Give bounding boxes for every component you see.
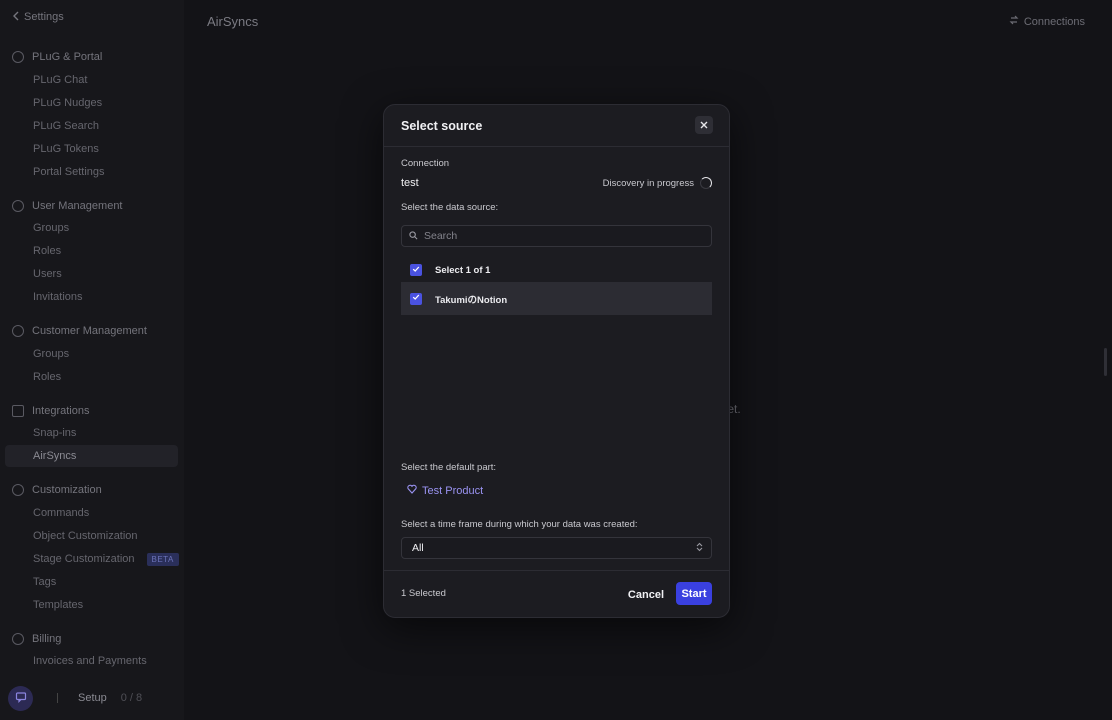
- modal-title: Select source: [401, 119, 483, 133]
- nav-group-customization[interactable]: Customization: [12, 482, 102, 498]
- sidebar-item-airsyncs[interactable]: AirSyncs: [5, 445, 178, 467]
- connections-link[interactable]: Connections: [1009, 15, 1085, 28]
- search-box: [401, 225, 712, 247]
- customization-icon: [12, 484, 24, 496]
- select-all-row[interactable]: Select 1 of 1: [401, 256, 712, 284]
- cancel-button[interactable]: Cancel: [626, 583, 666, 606]
- nav-group-billing[interactable]: Billing: [12, 631, 61, 647]
- sidebar-item-plug-chat[interactable]: PLuG Chat: [33, 72, 87, 88]
- select-all-label: Select 1 of 1: [435, 264, 491, 276]
- sidebar-item-groups[interactable]: Groups: [33, 220, 69, 236]
- sidebar-item-customer-groups[interactable]: Groups: [33, 346, 69, 362]
- default-part-label: Select the default part:: [401, 462, 497, 473]
- chevron-up-down-icon: [696, 542, 703, 555]
- sidebar-item-templates[interactable]: Templates: [33, 597, 83, 613]
- scrollbar[interactable]: [1104, 348, 1107, 376]
- nav-group-label: PLuG & Portal: [32, 51, 103, 63]
- sidebar-item-plug-search[interactable]: PLuG Search: [33, 118, 99, 134]
- chat-bubble-button[interactable]: [8, 685, 33, 711]
- integrations-icon: [12, 405, 24, 417]
- sidebar-item-users[interactable]: Users: [33, 266, 62, 282]
- chat-icon: [15, 691, 27, 706]
- modal-footer: 1 Selected Cancel Start: [384, 570, 729, 617]
- close-button[interactable]: [695, 116, 713, 134]
- nav-group-integrations[interactable]: Integrations: [12, 403, 89, 419]
- sidebar-item-invitations[interactable]: Invitations: [33, 289, 83, 305]
- start-button[interactable]: Start: [676, 582, 712, 605]
- timeframe-select[interactable]: All: [401, 537, 712, 559]
- billing-icon: [12, 633, 24, 645]
- sidebar-item-invoices-payments[interactable]: Invoices and Payments: [33, 653, 147, 669]
- sidebar-item-roles[interactable]: Roles: [33, 243, 61, 259]
- globe-icon: [12, 51, 24, 63]
- user-circle-icon: [12, 200, 24, 212]
- sidebar-item-label: Stage Customization: [33, 553, 135, 565]
- setup-label[interactable]: Setup: [78, 692, 107, 704]
- setup-bar: Setup 0 / 8: [8, 685, 142, 711]
- sidebar-item-commands[interactable]: Commands: [33, 505, 89, 521]
- nav-group-label: Billing: [32, 633, 62, 645]
- sidebar-item-tags[interactable]: Tags: [33, 574, 56, 590]
- nav-group-plug-portal[interactable]: PLuG & Portal: [12, 49, 102, 65]
- sidebar-item-object-customization[interactable]: Object Customization: [33, 528, 138, 544]
- setup-progress-count: 0 / 8: [120, 692, 143, 704]
- data-source-label: Select the data source:: [401, 202, 499, 213]
- default-part-value: Test Product: [422, 484, 484, 497]
- nav-group-user-management[interactable]: User Management: [12, 198, 123, 214]
- timeframe-value: All: [412, 542, 424, 554]
- selected-count: 1 Selected: [401, 588, 446, 599]
- sidebar-item-plug-nudges[interactable]: PLuG Nudges: [33, 95, 102, 111]
- back-link-label: Settings: [24, 11, 64, 23]
- select-source-modal: Select source Connection test Discovery …: [383, 104, 730, 618]
- default-part-chip[interactable]: Test Product: [407, 484, 483, 497]
- page-title: AirSyncs: [207, 14, 259, 29]
- nav-group-label: User Management: [32, 200, 123, 212]
- connection-label: Connection: [401, 158, 450, 169]
- modal-header: Select source: [384, 105, 729, 147]
- connection-name: test: [401, 177, 419, 189]
- search-input[interactable]: [424, 230, 694, 242]
- connections-label: Connections: [1023, 15, 1085, 28]
- sidebar-item-plug-tokens[interactable]: PLuG Tokens: [33, 141, 99, 157]
- select-all-checkbox[interactable]: [410, 264, 422, 276]
- beta-badge: BETA: [146, 552, 179, 566]
- divider: [57, 693, 58, 703]
- nav-group-label: Integrations: [32, 405, 90, 417]
- back-to-settings-link[interactable]: Settings: [12, 10, 64, 24]
- source-item-checkbox[interactable]: [410, 292, 422, 305]
- tag-icon: [407, 484, 417, 497]
- checkmark-icon: [412, 293, 420, 304]
- search-icon: [409, 227, 418, 245]
- nav-group-label: Customization: [32, 484, 102, 496]
- sidebar-item-snap-ins[interactable]: Snap-ins: [33, 425, 76, 441]
- nav-group-customer-management[interactable]: Customer Management: [12, 323, 147, 339]
- list-item[interactable]: TakumiのNotion: [401, 282, 712, 315]
- loading-spinner-icon: [700, 177, 712, 189]
- customers-icon: [12, 325, 24, 337]
- nav-group-label: Customer Management: [32, 325, 147, 337]
- sidebar-item-portal-settings[interactable]: Portal Settings: [33, 164, 105, 180]
- checkmark-icon: [412, 265, 420, 276]
- discovery-status-text: Discovery in progress: [602, 177, 694, 189]
- chevron-left-icon: [12, 11, 20, 24]
- sidebar-item-customer-roles[interactable]: Roles: [33, 369, 61, 385]
- sidebar-item-stage-customization[interactable]: Stage Customization BETA: [33, 551, 179, 567]
- connections-icon: [1009, 15, 1019, 28]
- source-item-label: TakumiのNotion: [435, 294, 508, 306]
- close-icon: [700, 116, 708, 134]
- discovery-status: Discovery in progress: [603, 177, 712, 189]
- timeframe-label: Select a time frame during which your da…: [401, 519, 638, 530]
- sidebar: Settings PLuG & Portal PLuG Chat PLuG Nu…: [0, 0, 184, 720]
